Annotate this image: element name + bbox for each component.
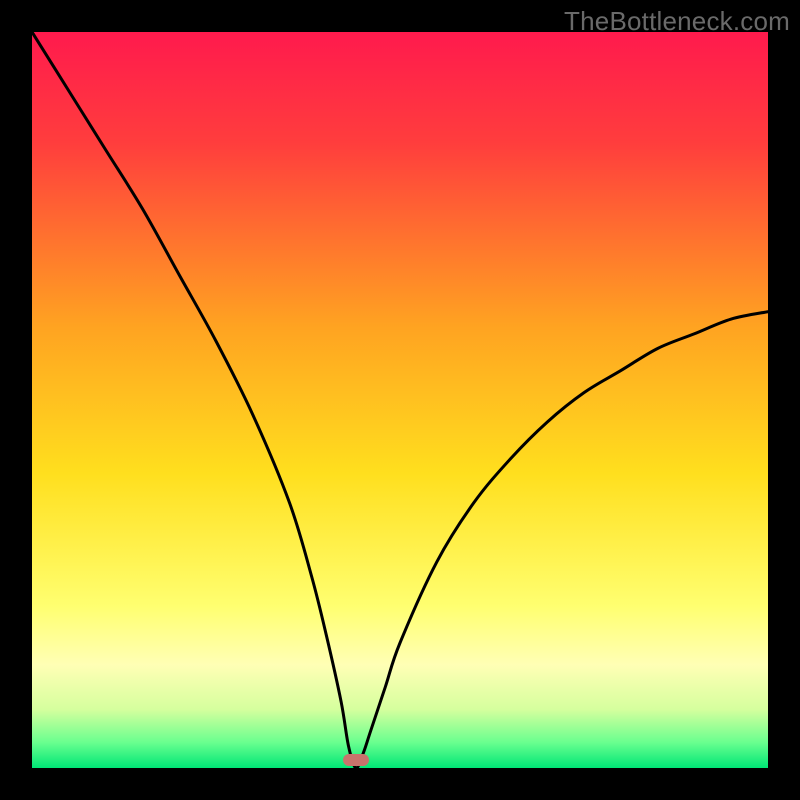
plot-area bbox=[32, 32, 768, 768]
chart-frame: TheBottleneck.com bbox=[0, 0, 800, 800]
bottleneck-curve bbox=[32, 32, 768, 768]
optimal-marker bbox=[343, 754, 369, 766]
watermark-text: TheBottleneck.com bbox=[564, 6, 790, 37]
